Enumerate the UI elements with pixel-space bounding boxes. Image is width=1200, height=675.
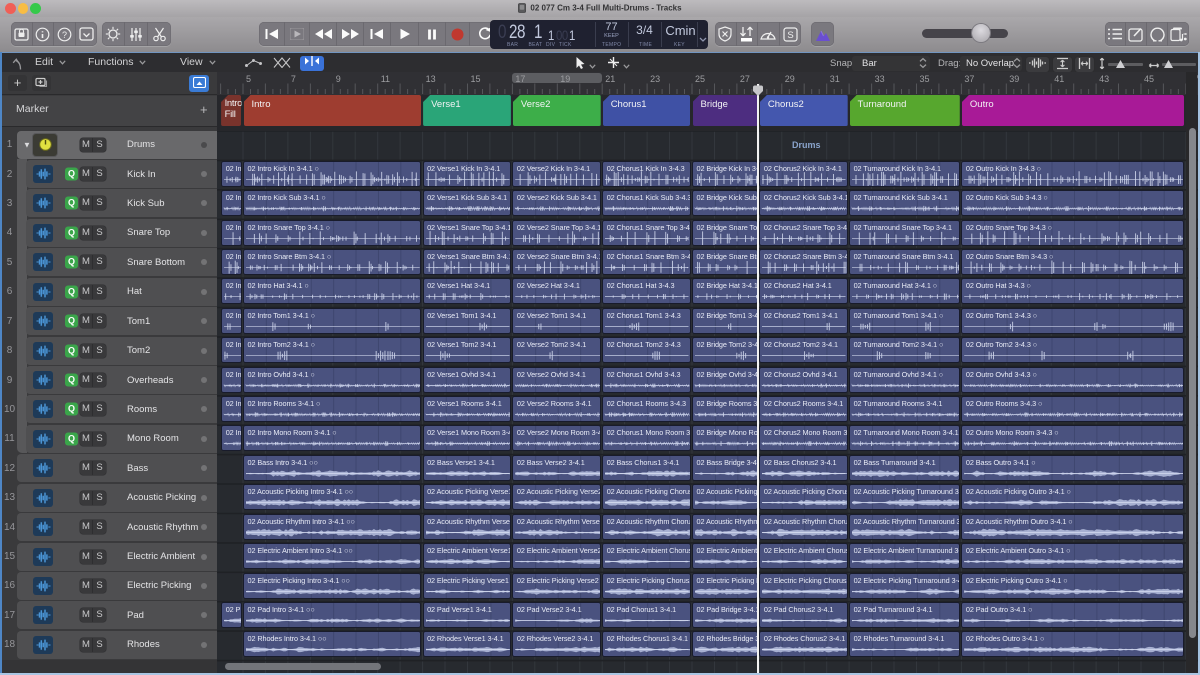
svg-text:S: S — [787, 30, 793, 41]
svg-text:?: ? — [62, 29, 67, 39]
